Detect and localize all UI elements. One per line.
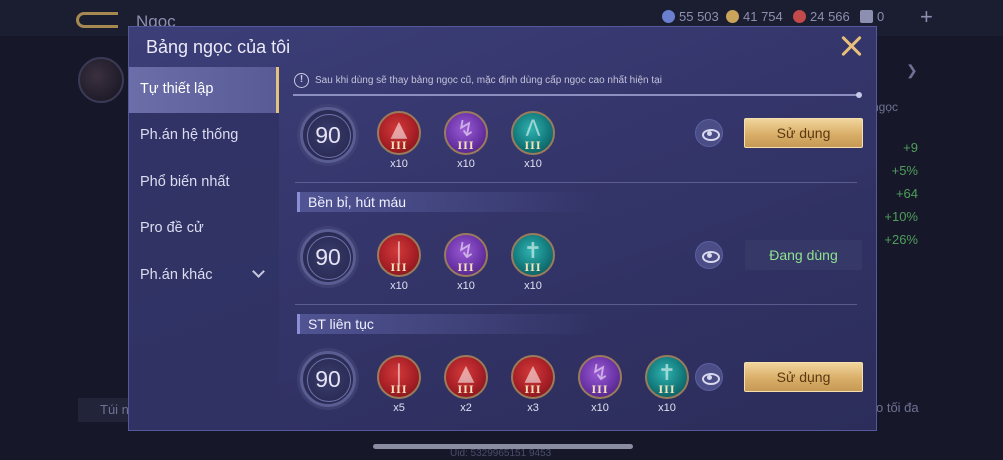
- eye-icon[interactable]: [695, 363, 723, 391]
- gem-icon: ▲: [390, 117, 408, 142]
- rune-page-dialog: Bảng ngọc của tôi Tự thiết lập Ph.án hệ …: [128, 26, 877, 431]
- ruby-icon: [793, 10, 806, 23]
- use-button[interactable]: Sử dụng: [744, 118, 863, 148]
- resource-ruby: 24 566: [793, 9, 850, 24]
- divider: [295, 304, 857, 305]
- red-gem[interactable]: ❘ III x10: [376, 233, 422, 295]
- hero-avatar[interactable]: [78, 57, 124, 103]
- teal-gem[interactable]: Λ III x10: [510, 111, 556, 173]
- uid-text: Uid: 5329965151 9453: [450, 448, 552, 459]
- sidebar-item-pro[interactable]: Pro đề cử: [129, 206, 279, 252]
- eye-icon[interactable]: [695, 241, 723, 269]
- page-name: Bền bỉ, hút máu: [297, 192, 597, 212]
- gem-icon: ▲: [524, 361, 542, 386]
- teal-gem[interactable]: ✝ III x10: [510, 233, 556, 295]
- back-icon[interactable]: [76, 12, 118, 28]
- home-indicator[interactable]: [373, 444, 633, 449]
- gem-icon: ↯: [456, 239, 476, 264]
- diamond-icon: [662, 10, 675, 23]
- eye-icon[interactable]: [695, 119, 723, 147]
- level-badge: 90: [300, 107, 356, 163]
- red-gem[interactable]: ▲ III x2: [443, 355, 489, 417]
- gem-icon: ✝: [523, 239, 543, 264]
- red-gem[interactable]: ▲ III x3: [510, 355, 556, 417]
- gem-icon: ↯: [456, 117, 476, 142]
- bg-bottom-text: o tối đa: [876, 400, 919, 415]
- gem-icon: Λ: [525, 117, 541, 142]
- gem-icon: ❘: [389, 239, 409, 264]
- purple-gem[interactable]: ↯ III x10: [577, 355, 623, 417]
- in-use-button[interactable]: Đang dùng: [745, 240, 862, 270]
- red-gem[interactable]: ❘ III x5: [376, 355, 422, 417]
- gem-icon: ❘: [389, 361, 409, 386]
- sidebar-item-other[interactable]: Ph.án khác: [129, 253, 279, 299]
- purple-gem[interactable]: ↯ III x10: [443, 111, 489, 173]
- horizontal-scrollbar[interactable]: [293, 92, 862, 98]
- chevron-down-icon: [252, 265, 265, 278]
- notice: ! Sau khi dùng sẽ thay bảng ngọc cũ, mặc…: [294, 73, 662, 88]
- red-gem[interactable]: ▲ III x10: [376, 111, 422, 173]
- sidebar-item-custom[interactable]: Tự thiết lập: [129, 67, 279, 113]
- divider: [295, 182, 857, 183]
- chevron-right-icon[interactable]: ❯: [906, 62, 918, 79]
- warning-icon: !: [294, 73, 309, 88]
- ticket-icon: [860, 10, 873, 23]
- level-badge: 90: [300, 229, 356, 285]
- level-badge: 90: [300, 351, 356, 407]
- resource-ticket: 0: [860, 9, 884, 24]
- close-icon[interactable]: [836, 31, 866, 61]
- dialog-title: Bảng ngọc của tôi: [146, 37, 291, 57]
- teal-gem[interactable]: ✝ III x10: [644, 355, 690, 417]
- resource-gold: 41 754: [726, 9, 783, 24]
- sidebar-item-popular[interactable]: Phổ biến nhất: [129, 160, 279, 206]
- resource-diamond: 55 503: [662, 9, 719, 24]
- add-icon[interactable]: +: [920, 4, 933, 30]
- sidebar: Tự thiết lập Ph.án hệ thống Phổ biến nhấ…: [129, 67, 279, 430]
- gold-coin-icon: [726, 10, 739, 23]
- page-name: ST liên tục: [297, 314, 597, 334]
- gem-icon: ▲: [457, 361, 475, 386]
- gem-icon: ✝: [657, 361, 677, 386]
- sidebar-item-system[interactable]: Ph.án hệ thống: [129, 113, 279, 159]
- purple-gem[interactable]: ↯ III x10: [443, 233, 489, 295]
- gem-icon: ↯: [590, 361, 610, 386]
- use-button[interactable]: Sử dụng: [744, 362, 863, 392]
